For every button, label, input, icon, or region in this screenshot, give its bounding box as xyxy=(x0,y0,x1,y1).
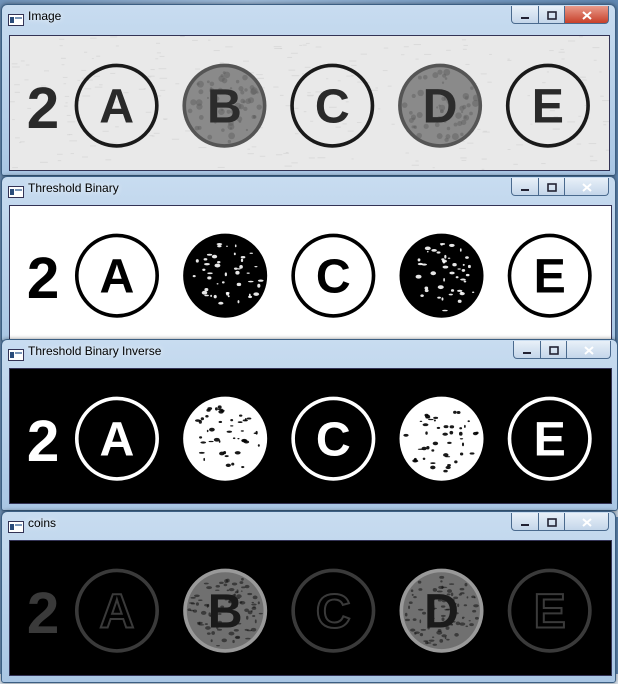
close-icon xyxy=(583,340,594,359)
maximize-icon xyxy=(546,5,557,24)
minimize-icon xyxy=(520,512,530,531)
opencv-window-icon xyxy=(8,518,24,533)
window-coins[interactable]: coins 2A B C D E xyxy=(1,511,616,683)
option-letter: A xyxy=(100,250,135,304)
option-letter: A xyxy=(100,585,135,639)
image-canvas: 2A B C D E xyxy=(9,540,612,676)
minimize-icon xyxy=(520,177,530,196)
title-bar[interactable]: Image xyxy=(2,5,615,29)
window-threshold-binary[interactable]: Threshold Binary 2ABCDE xyxy=(1,176,616,342)
option-letter: D xyxy=(423,80,458,134)
opencv-window-icon xyxy=(8,346,24,361)
image-canvas: 2ABCDE xyxy=(9,368,612,504)
maximize-button[interactable] xyxy=(539,513,565,531)
option-letter: C xyxy=(316,250,351,304)
window-title: Threshold Binary xyxy=(28,181,119,195)
image-canvas: 2ABCDE xyxy=(9,205,612,341)
title-bar[interactable]: coins xyxy=(2,512,615,536)
option-letter: E xyxy=(532,80,564,134)
window-title: Image xyxy=(28,9,62,23)
question-number: 2 xyxy=(27,76,59,141)
title-bar[interactable]: Threshold Binary xyxy=(2,177,615,201)
close-button[interactable] xyxy=(567,341,611,359)
image-canvas: 2A B C D E xyxy=(9,35,610,171)
minimize-icon xyxy=(520,5,530,24)
option-letter: C xyxy=(316,413,351,467)
option-letter: E xyxy=(534,250,566,304)
close-button[interactable] xyxy=(565,6,609,24)
maximize-button[interactable] xyxy=(539,6,565,24)
window-title: Threshold Binary Inverse xyxy=(28,344,162,358)
answer-bubble-b: B xyxy=(182,63,267,148)
maximize-icon xyxy=(546,512,557,531)
answer-bubble-d: D xyxy=(398,63,483,148)
answer-bubble-b: B xyxy=(183,396,268,481)
option-letter: B xyxy=(208,585,243,639)
option-letter: A xyxy=(99,80,134,134)
option-letter: B xyxy=(207,80,242,134)
option-letter: A xyxy=(100,413,135,467)
minimize-button[interactable] xyxy=(511,178,539,196)
option-letter: E xyxy=(534,585,566,639)
opencv-window-icon xyxy=(8,11,24,26)
maximize-icon xyxy=(548,340,559,359)
option-letter: E xyxy=(534,413,566,467)
title-bar[interactable]: Threshold Binary Inverse xyxy=(2,340,617,364)
minimize-button[interactable] xyxy=(511,6,539,24)
minimize-button[interactable] xyxy=(511,513,539,531)
question-number: 2 xyxy=(27,246,59,311)
close-icon xyxy=(581,5,592,24)
answer-bubble-d: D xyxy=(399,568,484,653)
close-icon xyxy=(581,512,592,531)
maximize-button[interactable] xyxy=(541,341,567,359)
window-image[interactable]: Image 2A B C D E xyxy=(1,4,616,176)
maximize-icon xyxy=(546,177,557,196)
option-letter: C xyxy=(315,80,350,134)
close-button[interactable] xyxy=(565,178,609,196)
close-button[interactable] xyxy=(565,513,609,531)
minimize-icon xyxy=(522,340,532,359)
option-letter: D xyxy=(424,585,459,639)
window-title: coins xyxy=(28,516,57,530)
minimize-button[interactable] xyxy=(513,341,541,359)
close-icon xyxy=(581,177,592,196)
question-number: 2 xyxy=(27,581,59,646)
window-threshold-binary-inverse[interactable]: Threshold Binary Inverse 2ABCDE xyxy=(1,339,618,511)
answer-bubble-d: D xyxy=(399,233,484,318)
answer-bubble-b: B xyxy=(183,233,268,318)
answer-bubble-d: D xyxy=(399,396,484,481)
option-letter: C xyxy=(316,585,351,639)
maximize-button[interactable] xyxy=(539,178,565,196)
opencv-window-icon xyxy=(8,183,24,198)
answer-bubble-b: B xyxy=(183,568,268,653)
question-number: 2 xyxy=(27,409,59,474)
